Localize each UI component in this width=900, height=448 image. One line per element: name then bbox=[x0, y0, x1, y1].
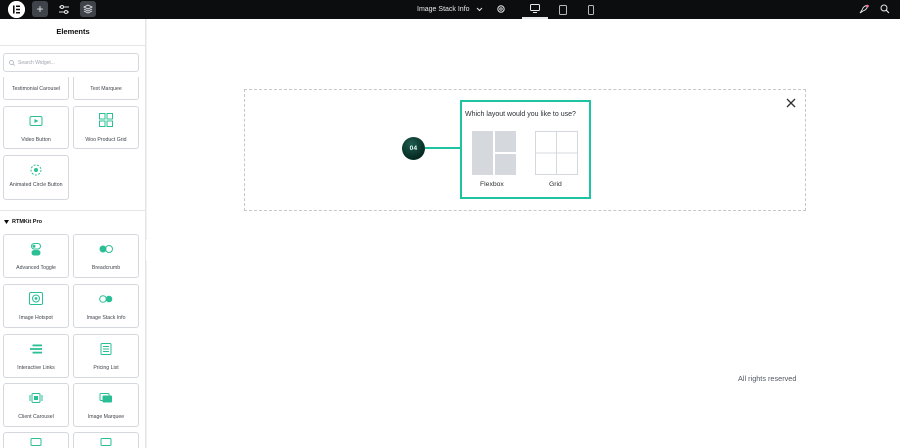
page-settings-button[interactable] bbox=[493, 1, 509, 17]
widget-icon bbox=[100, 438, 112, 446]
search-icon bbox=[9, 59, 15, 66]
widget-label: Image Hotspot bbox=[19, 315, 53, 321]
section-header-rtmkit-pro[interactable]: RTMKit Pro bbox=[4, 219, 42, 225]
section-title: RTMKit Pro bbox=[12, 219, 42, 225]
widget-partial[interactable] bbox=[3, 432, 69, 448]
widget-label: Testimonial Carousel bbox=[11, 86, 61, 92]
toggle-icon bbox=[31, 243, 41, 256]
desktop-icon bbox=[530, 4, 540, 13]
grid-option-label: Grid bbox=[549, 181, 562, 188]
site-settings-button[interactable] bbox=[56, 1, 72, 17]
search-widget-input[interactable]: Search Widget... bbox=[3, 53, 139, 72]
pricing-icon bbox=[100, 343, 112, 355]
widget-text-marquee[interactable]: Text Marquee bbox=[73, 77, 139, 100]
search-placeholder: Search Widget... bbox=[18, 59, 55, 66]
widget-pricing-list[interactable]: Pricing List bbox=[73, 334, 139, 378]
gear-icon bbox=[497, 5, 505, 13]
structure-button[interactable] bbox=[80, 1, 96, 17]
widget-partial[interactable] bbox=[73, 432, 139, 448]
widget-image-stack-info[interactable]: Image Stack Info bbox=[73, 284, 139, 328]
page-title-dropdown[interactable]: Image Stack Info bbox=[417, 0, 483, 19]
links-icon bbox=[30, 344, 42, 354]
rocket-icon bbox=[859, 4, 869, 13]
widget-label: Image Stack Info bbox=[86, 315, 126, 321]
preview-canvas bbox=[147, 19, 900, 448]
widget-video-button[interactable]: Video Button bbox=[3, 106, 69, 149]
mobile-view-button[interactable] bbox=[578, 0, 604, 19]
publish-notes-button[interactable] bbox=[855, 1, 871, 17]
image-marquee-icon bbox=[99, 393, 112, 403]
layers-icon bbox=[83, 4, 93, 14]
settings-sliders-icon bbox=[59, 4, 69, 14]
tablet-view-button[interactable] bbox=[550, 0, 576, 19]
carousel-icon bbox=[29, 393, 43, 403]
flexbox-option-label: Flexbox bbox=[480, 181, 504, 188]
widget-interactive-links[interactable]: Interactive Links bbox=[3, 334, 69, 378]
stack-icon bbox=[99, 295, 113, 303]
breadcrumb-icon bbox=[99, 245, 113, 253]
widget-label: Image Marquee bbox=[87, 414, 125, 420]
grid-layout-icon bbox=[535, 131, 578, 175]
mobile-icon bbox=[588, 4, 594, 15]
video-icon bbox=[29, 116, 43, 126]
widget-testimonial-carousel[interactable]: Testimonial Carousel bbox=[3, 77, 69, 100]
widget-advanced-toggle[interactable]: Advanced Toggle bbox=[3, 234, 69, 278]
widget-label: Woo Product Grid bbox=[85, 137, 127, 143]
widget-label: Pricing List bbox=[93, 365, 119, 371]
widget-label: Breadcrumb bbox=[91, 265, 121, 271]
widget-image-hotspot[interactable]: Image Hotspot bbox=[3, 284, 69, 328]
widget-breadcrumb[interactable]: Breadcrumb bbox=[73, 234, 139, 278]
widget-woo-product-grid[interactable]: Woo Product Grid bbox=[73, 106, 139, 149]
caret-down-icon bbox=[4, 220, 9, 224]
widget-label: Video Button bbox=[21, 137, 51, 143]
widget-label: Advanced Toggle bbox=[16, 265, 56, 271]
grid-icon bbox=[99, 113, 113, 127]
page-title: Image Stack Info bbox=[417, 6, 470, 13]
elements-panel: Elements Search Widget... Testimonial Ca… bbox=[0, 19, 146, 448]
finder-button[interactable] bbox=[877, 1, 893, 17]
panel-title: Elements bbox=[56, 27, 90, 36]
flexbox-option[interactable] bbox=[472, 131, 516, 175]
close-icon[interactable] bbox=[785, 97, 797, 109]
widget-label: Client Carousel bbox=[18, 414, 54, 420]
panel-divider bbox=[0, 45, 145, 46]
widget-label: Interactive Links bbox=[17, 365, 55, 371]
widget-label: Text Marquee bbox=[90, 86, 122, 92]
hotspot-icon bbox=[29, 292, 43, 305]
elementor-logo-icon[interactable] bbox=[8, 1, 25, 18]
plus-icon: + bbox=[36, 2, 44, 16]
widget-animated-circle-button[interactable]: Animated Circle Button bbox=[3, 155, 69, 200]
widget-client-carousel[interactable]: Client Carousel bbox=[3, 383, 69, 427]
search-icon bbox=[880, 4, 890, 14]
widget-icon bbox=[30, 438, 42, 446]
flexbox-layout-icon bbox=[472, 131, 516, 175]
widget-label: Animated Circle Button bbox=[9, 182, 63, 188]
circle-button-icon bbox=[30, 164, 42, 176]
add-element-button[interactable]: + bbox=[32, 1, 48, 17]
desktop-view-button[interactable] bbox=[522, 0, 548, 19]
section-divider bbox=[0, 210, 145, 211]
layout-question: Which layout would you like to use? bbox=[465, 111, 576, 118]
step-connector bbox=[425, 147, 461, 149]
chevron-down-icon bbox=[476, 7, 482, 12]
step-badge: 04 bbox=[402, 137, 425, 160]
top-bar: + Image Stack Info bbox=[0, 0, 900, 19]
grid-option[interactable] bbox=[535, 131, 578, 175]
footer-copyright: All rights reserved bbox=[738, 374, 797, 383]
widget-image-marquee[interactable]: Image Marquee bbox=[73, 383, 139, 427]
tablet-icon bbox=[559, 4, 567, 15]
